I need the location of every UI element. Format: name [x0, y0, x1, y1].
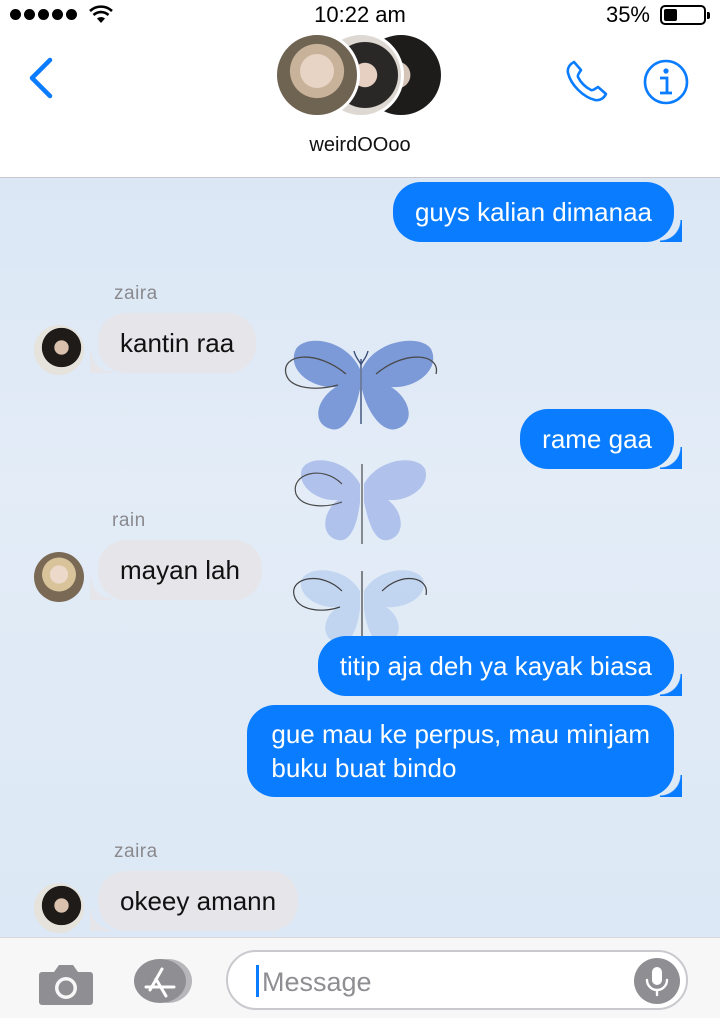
- avatar[interactable]: [34, 325, 84, 375]
- battery-percent: 35%: [605, 2, 650, 27]
- battery-icon: [660, 5, 710, 25]
- message-input-bar: Message: [0, 937, 720, 1018]
- sender-name: zaira: [114, 283, 158, 304]
- text-cursor: [256, 965, 259, 997]
- message-line: buku buat bindo: [271, 753, 457, 783]
- message-bubble-incoming[interactable]: okeey amann: [89, 871, 299, 931]
- message-bubble-outgoing[interactable]: titip aja deh ya kayak biasa: [317, 636, 683, 696]
- camera-icon[interactable]: [38, 962, 94, 1006]
- butterfly-decoration: [285, 340, 437, 430]
- status-bar: 10:22 am 35%: [0, 0, 720, 30]
- sender-name: rain: [112, 510, 146, 531]
- message-line: gue mau ke perpus, mau minjam: [271, 719, 650, 749]
- message-input[interactable]: Message: [226, 950, 688, 1010]
- message-placeholder: Message: [262, 967, 372, 997]
- message-bubble-incoming[interactable]: kantin raa: [89, 313, 257, 373]
- butterfly-decoration: [294, 460, 427, 544]
- group-avatars[interactable]: [274, 32, 446, 120]
- message-bubble-incoming[interactable]: mayan lah: [90, 540, 262, 600]
- message-list[interactable]: guys kalian dimanaa zaira kantin raa ram…: [0, 179, 720, 937]
- avatar[interactable]: [34, 883, 84, 933]
- message-bubble-outgoing[interactable]: gue mau ke perpus, mau minjam buku buat …: [247, 705, 682, 797]
- group-name[interactable]: weirdOOoo: [0, 134, 720, 157]
- microphone-icon[interactable]: [634, 958, 680, 1004]
- conversation-header: weirdOOoo: [0, 30, 720, 178]
- chevron-left-icon[interactable]: [26, 56, 56, 100]
- phone-icon[interactable]: [564, 58, 610, 104]
- message-bubble-outgoing[interactable]: guys kalian dimanaa: [392, 182, 683, 242]
- avatar[interactable]: [34, 552, 84, 602]
- app-store-icon[interactable]: [130, 958, 194, 1004]
- info-icon[interactable]: [642, 58, 690, 106]
- avatar: [274, 32, 360, 118]
- message-bubble-outgoing[interactable]: rame gaa: [520, 409, 682, 469]
- sender-name: zaira: [114, 841, 158, 862]
